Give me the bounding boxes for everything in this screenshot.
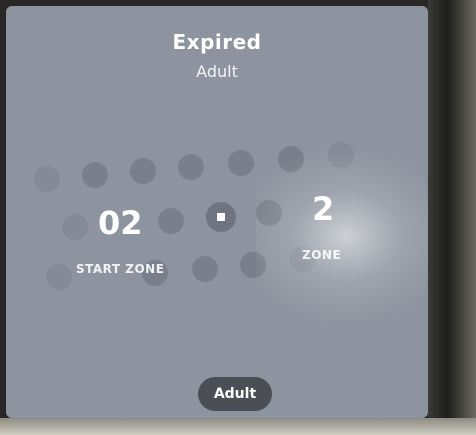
end-zone-value: 2 [312,190,335,228]
animation-dot [178,154,204,180]
animation-dot [158,208,184,234]
passenger-type: Adult [196,62,238,81]
animation-dot [256,200,282,226]
animation-dot [328,142,354,168]
animation-dot [192,256,218,282]
end-zone-label: ZONE [302,248,342,262]
animation-dot [82,162,108,188]
animation-dot [46,264,72,290]
phone-frame-right [428,0,476,435]
start-zone-label: START ZONE [76,262,165,276]
start-zone-value: 02 [98,204,143,242]
ticket-status: Expired [172,30,262,54]
animation-dot [240,252,266,278]
passenger-type-button[interactable]: Adult [198,377,272,411]
animation-dot [34,166,60,192]
ticket-screen: Expired Adult 02 START ZONE 2 ZONE Adult [6,6,428,418]
animation-dot [130,158,156,184]
phone-frame-bottom [0,418,476,435]
zone-separator-icon [206,202,236,232]
animation-dot [228,150,254,176]
animation-dot [278,146,304,172]
animation-dot [62,214,88,240]
